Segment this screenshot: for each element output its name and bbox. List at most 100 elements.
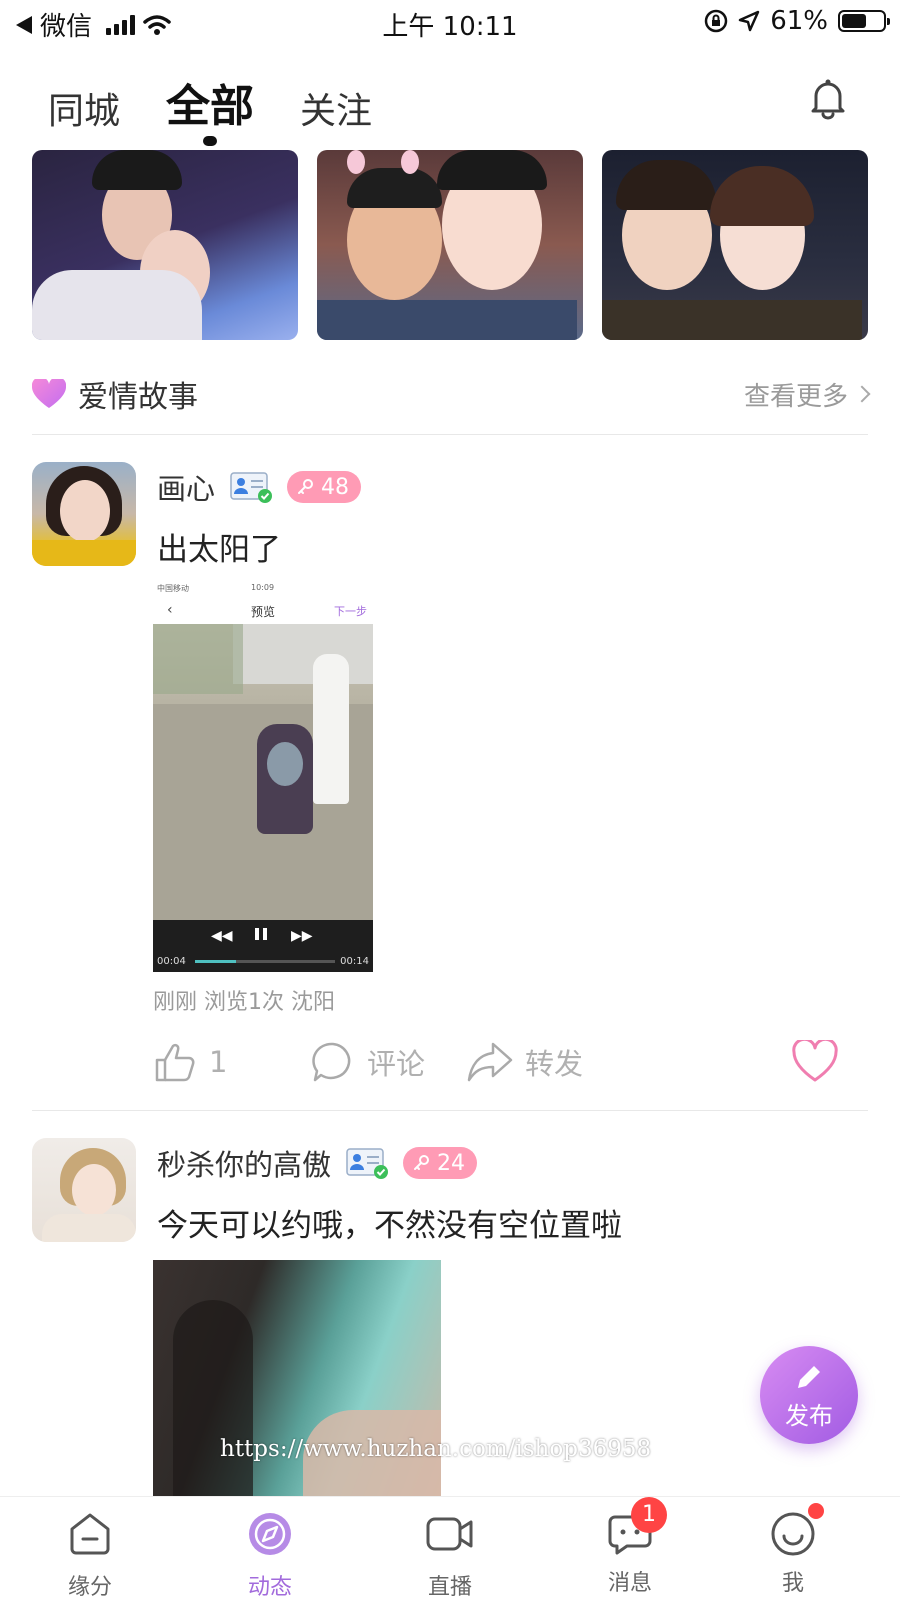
section-divider [32,434,868,435]
story-banners [32,150,868,340]
nav-item-match[interactable]: 缘分 [30,1511,150,1600]
post-divider [32,1110,868,1111]
id-verified-icon [230,472,273,503]
status-bar: 微信 上午 10:11 61% [0,0,900,46]
bell-icon[interactable] [808,76,848,120]
avatar[interactable] [32,1138,136,1242]
scene-child [267,742,303,786]
video-controls: ◀◀ ▶▶ 00:04 00:14 [153,920,373,972]
pencil-icon [798,1366,820,1388]
share-icon [467,1042,513,1082]
person-figure [92,150,182,190]
watermark-text: https://www.huzhan.com/ishop36958 [220,1436,652,1462]
bottom-nav: 缘分 动态 直播 1 消息 我 [0,1496,900,1600]
location-icon [738,10,760,32]
video-elapsed: 00:04 [157,956,186,967]
chat-icon-wrap: 1 [607,1497,667,1557]
like-count: 1 [209,1045,228,1079]
nav-item-moments[interactable]: 动态 [210,1511,330,1600]
publish-label: 发布 [785,1402,833,1430]
publish-button[interactable]: 发布 [760,1346,858,1444]
thumbs-up-icon [155,1043,195,1082]
love-story-title: 爱情故事 [78,380,198,415]
banner-photo-3[interactable] [602,150,868,340]
post-body: 秒杀你的高傲 24 今天可以约哦，不然没有空位置啦 [157,1138,857,1245]
video-screen-topbar: 中国移动 10:09 ‹ 预览 下一步 [153,580,373,624]
username[interactable]: 画心 [157,466,215,508]
share-button[interactable]: 转发 [467,1040,583,1084]
avatar-face [72,1164,116,1216]
pause-icon[interactable] [255,928,267,940]
person-figure [347,168,442,208]
level-badge: 48 [287,471,362,503]
comment-label: 评论 [367,1047,426,1081]
video-clock: 10:09 [251,583,275,592]
scene-trees [153,624,243,694]
battery-percent: 61% [770,6,828,36]
nav-item-messages[interactable]: 1 消息 [570,1497,690,1597]
level-value: 24 [437,1150,466,1176]
heart-icon [32,379,66,408]
username[interactable]: 秒杀你的高傲 [157,1142,331,1184]
person-figure [616,160,716,210]
love-story-title-group: 爱情故事 [32,372,198,416]
favorite-button[interactable] [791,1040,839,1084]
compass-icon [249,1513,291,1555]
key-icon [298,479,314,494]
nav-label: 我 [781,1571,804,1596]
bunny-ear-sticker [401,150,419,174]
nav-item-me[interactable]: 我 [733,1503,853,1597]
battery-icon [838,10,890,32]
see-more-link[interactable]: 查看更多 [743,376,871,413]
comment-button[interactable]: 评论 [311,1040,425,1084]
rewind-icon[interactable]: ◀◀ [211,928,233,944]
smile-icon-wrap [770,1503,824,1557]
feed-post: 画心 48 出太阳了 中国移动 10:09 ‹ 预览 下一步 ◀◀ ▶▶ 00:… [32,462,868,1102]
smile-icon [771,1512,815,1556]
video-progress-track[interactable] [195,960,335,963]
avatar[interactable] [32,462,136,566]
person-figure [437,150,547,190]
nav-item-live[interactable]: 直播 [390,1511,510,1600]
banner-photo-1[interactable] [32,150,298,340]
love-story-row[interactable]: 爱情故事 查看更多 [32,370,871,418]
video-next-label: 下一步 [334,605,367,618]
person-figure [710,166,814,226]
avatar-clothing [42,1214,136,1242]
status-right: 61% [704,6,890,36]
tab-all-label: 全部 [166,81,255,132]
nav-label: 消息 [607,1571,652,1596]
video-camera-icon [426,1517,473,1551]
post-video[interactable]: 中国移动 10:09 ‹ 预览 下一步 ◀◀ ▶▶ 00:04 00:14 [153,580,373,972]
unread-badge: 1 [631,1497,667,1533]
nav-label: 动态 [247,1575,292,1600]
video-frame [153,624,373,920]
person-clothing [317,300,577,340]
rotation-lock-icon [704,9,728,33]
banner-photo-2[interactable] [317,150,583,340]
level-value: 48 [321,474,350,500]
bunny-ear-sticker [347,150,365,174]
like-button[interactable]: 1 [153,1040,227,1084]
post-meta: 刚刚 浏览1次 沈阳 [153,990,335,1015]
avatar-clothing [32,540,136,566]
scene-woman-figure [313,654,349,804]
nav-label: 缘分 [67,1575,112,1600]
tab-local[interactable]: 同城 [48,82,120,134]
level-badge: 24 [403,1147,478,1179]
see-more-label: 查看更多 [743,381,848,412]
avatar-face [60,480,110,542]
post-body: 画心 48 出太阳了 [157,462,857,569]
person-clothing [602,300,862,340]
tab-following[interactable]: 关注 [300,82,372,134]
key-icon [414,1155,430,1170]
comment-icon [312,1042,351,1082]
fast-forward-icon[interactable]: ▶▶ [291,928,313,944]
post-text: 今天可以约哦，不然没有空位置啦 [157,1208,622,1244]
scene-building [233,624,373,684]
tab-all[interactable]: 全部 [166,70,255,146]
notification-dot [808,1503,824,1519]
post-actions: 1 评论 转发 [153,1040,853,1090]
home-icon [70,1513,110,1555]
video-carrier: 中国移动 [157,584,189,593]
